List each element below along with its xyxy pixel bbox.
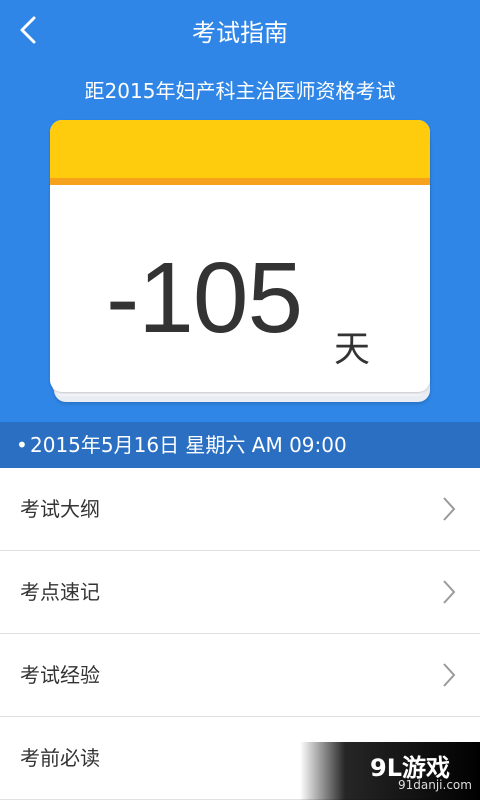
bullet-icon: • bbox=[16, 433, 28, 457]
exam-subtitle: 距2015年妇产科主治医师资格考试 bbox=[84, 79, 396, 103]
watermark-url: 91danji.com bbox=[398, 778, 472, 792]
chevron-right-icon bbox=[443, 497, 456, 521]
exam-date: 2015年5月16日 星期六 AM 09:00 bbox=[30, 433, 347, 457]
countdown-days: -105 bbox=[106, 242, 303, 354]
calendar-header bbox=[50, 120, 430, 178]
nav-bar: 考试指南 bbox=[0, 0, 480, 60]
watermark: 9L游戏 91danji.com bbox=[300, 742, 480, 800]
countdown-calendar: -105 天 bbox=[50, 120, 430, 392]
menu-item-syllabus[interactable]: 考试大纲 bbox=[0, 468, 480, 551]
menu-item-label: 考试经验 bbox=[20, 663, 100, 687]
chevron-right-icon bbox=[443, 663, 456, 687]
calendar-stripe bbox=[50, 178, 430, 185]
page-title: 考试指南 bbox=[192, 19, 288, 47]
chevron-right-icon bbox=[443, 580, 456, 604]
menu-item-experience[interactable]: 考试经验 bbox=[0, 634, 480, 717]
countdown-unit: 天 bbox=[334, 329, 371, 370]
menu-item-label: 考前必读 bbox=[20, 746, 100, 770]
menu-item-label: 考点速记 bbox=[20, 580, 100, 604]
menu-item-label: 考试大纲 bbox=[20, 497, 100, 521]
header-area: 考试指南 距2015年妇产科主治医师资格考试 -105 天 bbox=[0, 0, 480, 422]
menu-item-key-points[interactable]: 考点速记 bbox=[0, 551, 480, 634]
exam-date-bar: • 2015年5月16日 星期六 AM 09:00 bbox=[0, 422, 480, 468]
